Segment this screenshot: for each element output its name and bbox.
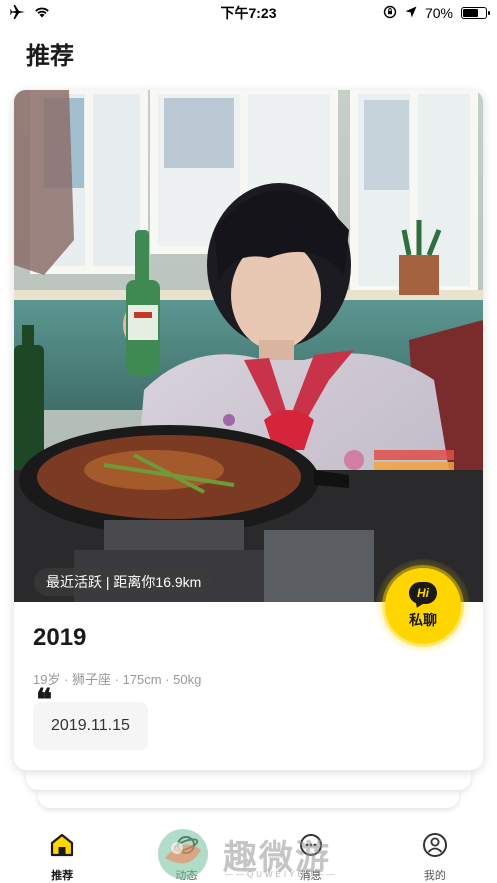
tab-mine[interactable]: 我的 — [395, 832, 475, 883]
profile-photo[interactable] — [14, 90, 483, 602]
tab-messages[interactable]: 消息 — [271, 832, 351, 883]
home-icon — [49, 832, 75, 863]
status-bar: 下午7:23 70% — [0, 0, 497, 26]
user-meta: 19岁 · 狮子座 · 175cm · 50kg — [33, 672, 202, 687]
battery-level — [463, 9, 479, 17]
wifi-icon — [34, 5, 50, 21]
private-chat-button[interactable]: Hi 私聊 — [385, 568, 461, 644]
signature-text: 2019.11.15 — [51, 717, 130, 734]
tab-mine-label: 我的 — [423, 870, 446, 882]
battery-icon — [461, 7, 490, 19]
tab-messages-label: 消息 — [299, 870, 322, 882]
page-title: 推荐 — [26, 43, 74, 70]
user-name: 2019 — [33, 624, 87, 651]
airplane-icon — [10, 4, 26, 22]
profile-card[interactable]: 最近活跃 | 距离你16.9km Hi 私聊 2019 19岁 · 狮子座 · … — [14, 90, 483, 770]
status-right: 70% — [383, 5, 490, 22]
hi-speech-icon: Hi — [409, 582, 437, 604]
tab-bar: 推荐 动态 消息 我的 — [0, 820, 497, 883]
tab-recommend[interactable]: 推荐 — [22, 832, 102, 883]
user-signature: 2019.11.15 — [33, 702, 148, 750]
planet-icon — [173, 832, 199, 863]
status-left — [10, 4, 50, 22]
battery-percent: 70% — [424, 5, 453, 21]
location-icon — [405, 5, 417, 21]
private-chat-badge[interactable]: Hi 私聊 — [376, 559, 470, 653]
card-stack-back-1 — [26, 770, 471, 790]
message-icon — [298, 832, 324, 863]
tab-feed[interactable]: 动态 — [146, 832, 226, 883]
activity-distance-badge: 最近活跃 | 距离你16.9km — [34, 568, 214, 596]
private-chat-label: 私聊 — [409, 612, 437, 628]
orientation-lock-icon — [383, 5, 397, 22]
tab-recommend-label: 推荐 — [51, 870, 74, 882]
card-stack-back-2 — [38, 790, 459, 808]
tab-feed-label: 动态 — [175, 870, 198, 882]
profile-icon — [422, 832, 448, 863]
hi-text: Hi — [417, 586, 429, 600]
